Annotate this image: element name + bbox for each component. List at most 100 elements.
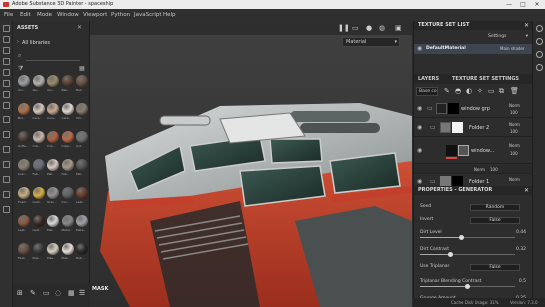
material-thumbnail[interactable] (32, 131, 45, 143)
menu-help[interactable]: Help (163, 12, 176, 18)
eye-icon[interactable]: ◉ (417, 45, 422, 52)
smudge-icon[interactable] (3, 69, 10, 76)
material-thumbnail[interactable] (47, 243, 59, 255)
menu-viewport[interactable]: Viewport (83, 12, 107, 18)
texture-set-list-icon[interactable] (536, 25, 543, 32)
property-value[interactable]: 0.32 (516, 247, 526, 252)
maximize-button[interactable]: □ (516, 0, 530, 9)
blend-mode[interactable]: Norm (509, 103, 520, 108)
screenshot-icon[interactable]: ◍ (379, 24, 385, 32)
environment-icon[interactable]: ● (366, 24, 372, 32)
texture-set-item[interactable]: ◉ DefaultMaterial Main shader (414, 44, 533, 54)
edit-icon[interactable]: ✎ (30, 289, 36, 297)
eye-icon[interactable]: ◉ (417, 124, 422, 131)
add-mask-icon[interactable]: ◐ (466, 87, 472, 95)
document-icon[interactable] (3, 206, 10, 213)
properties-panel-icon[interactable] (536, 51, 543, 58)
material-thumbnail[interactable] (32, 243, 45, 255)
menu-window[interactable]: Window (57, 12, 79, 18)
eye-icon[interactable]: ◉ (417, 147, 422, 154)
material-thumbnail[interactable] (32, 103, 45, 115)
material-thumbnail[interactable] (76, 131, 88, 143)
layer-row[interactable]: ◉ window... Norm 100 (414, 138, 533, 164)
eye-icon[interactable]: ◉ (417, 105, 422, 112)
delete-icon[interactable]: 🗑 (510, 87, 519, 95)
display-settings-icon[interactable] (3, 176, 10, 183)
chevron-right-icon[interactable]: › (17, 39, 19, 45)
property-button[interactable]: Random (470, 204, 520, 211)
material-thumbnail[interactable] (61, 187, 74, 199)
asset-search-input[interactable] (26, 53, 80, 61)
material-thumbnail[interactable] (18, 103, 30, 115)
material-thumbnail[interactable] (61, 103, 74, 115)
property-value[interactable]: 0.44 (516, 230, 526, 235)
material-thumbnail[interactable] (32, 159, 45, 171)
bake-icon[interactable] (3, 116, 10, 123)
paint-brush-icon[interactable] (3, 25, 10, 32)
menu-python[interactable]: Python (111, 12, 130, 18)
material-thumbnail[interactable] (76, 159, 88, 171)
material-thumbnail[interactable] (61, 243, 74, 255)
grid-small-icon[interactable]: ▦ (68, 289, 75, 297)
folder-icon[interactable]: ▭ (43, 289, 50, 297)
layers-panel-icon[interactable] (536, 38, 543, 45)
slider-handle[interactable] (459, 235, 465, 240)
layers-icon[interactable] (3, 131, 10, 138)
property-slider[interactable] (420, 284, 515, 289)
layer-effect-row[interactable]: Norm 100 (414, 165, 533, 174)
tab-layers[interactable]: LAYERS (418, 74, 439, 84)
close-panel-icon[interactable]: ✕ (77, 24, 82, 31)
library-selector[interactable]: All libraries (22, 40, 50, 46)
add-folder-icon[interactable]: ▭ (488, 87, 495, 95)
polygon-fill-icon[interactable] (3, 102, 10, 109)
layer-opacity[interactable]: 100 (510, 151, 518, 156)
slider-handle[interactable] (447, 252, 453, 257)
close-panel-icon[interactable]: ✕ (524, 21, 529, 30)
filter-icon[interactable]: ⧩ (18, 65, 23, 73)
material-thumbnail[interactable] (47, 187, 59, 199)
material-thumbnail[interactable] (61, 131, 74, 143)
material-thumbnail[interactable] (76, 215, 88, 227)
brush-settings-icon[interactable] (3, 146, 10, 153)
material-thumbnail[interactable] (32, 187, 45, 199)
list-view-icon[interactable]: ☰ (79, 289, 85, 297)
shader-settings-icon[interactable] (3, 191, 10, 198)
property-button[interactable]: False (470, 217, 520, 224)
stencil-icon[interactable] (3, 161, 10, 168)
material-thumbnail[interactable] (32, 75, 45, 87)
material-thumbnail[interactable] (76, 103, 88, 115)
channel-select[interactable]: Base co (416, 87, 438, 96)
3d-viewport[interactable] (90, 21, 412, 307)
slider-handle[interactable] (465, 284, 470, 289)
material-thumbnail[interactable] (76, 243, 88, 255)
material-thumbnail[interactable] (18, 75, 30, 87)
texture-set-settings-dropdown[interactable]: Settings ▾ (488, 34, 530, 42)
grid-view-icon[interactable]: ▦ (79, 65, 85, 72)
material-thumbnail[interactable] (61, 215, 74, 227)
material-thumbnail[interactable] (32, 215, 45, 227)
property-slider[interactable] (420, 235, 515, 240)
material-thumbnail[interactable] (47, 215, 59, 227)
menu-javascript[interactable]: JavaScript (134, 12, 162, 18)
render-icon[interactable]: ▣ (395, 24, 402, 32)
tab-texture-set-settings[interactable]: TEXTURE SET SETTINGS (452, 74, 519, 84)
material-thumbnail[interactable] (18, 159, 30, 171)
material-thumbnail[interactable] (47, 159, 59, 171)
search-icon[interactable]: ⌕ (18, 52, 21, 60)
material-thumbnail[interactable] (61, 159, 74, 171)
material-thumbnail[interactable] (47, 75, 59, 87)
close-panel-icon[interactable]: ✕ (524, 186, 529, 195)
material-thumbnail[interactable] (47, 131, 59, 143)
add-effect-icon[interactable]: ✧ (477, 87, 483, 95)
layer-row[interactable]: ◉ ▭ window grp Norm 100 (414, 100, 533, 118)
blend-mode[interactable]: Norm (474, 167, 485, 172)
menu-mode[interactable]: Mode (37, 12, 52, 18)
duplicate-icon[interactable]: ⧉ (499, 87, 504, 96)
property-value[interactable]: 0.5 (519, 279, 526, 284)
property-slider[interactable] (420, 252, 515, 257)
material-thumbnail[interactable] (47, 103, 59, 115)
material-thumbnail[interactable] (18, 187, 30, 199)
import-icon[interactable]: ⊞ (17, 289, 23, 297)
layer-opacity[interactable]: 100 (510, 110, 518, 115)
menu-file[interactable]: File (4, 12, 13, 18)
